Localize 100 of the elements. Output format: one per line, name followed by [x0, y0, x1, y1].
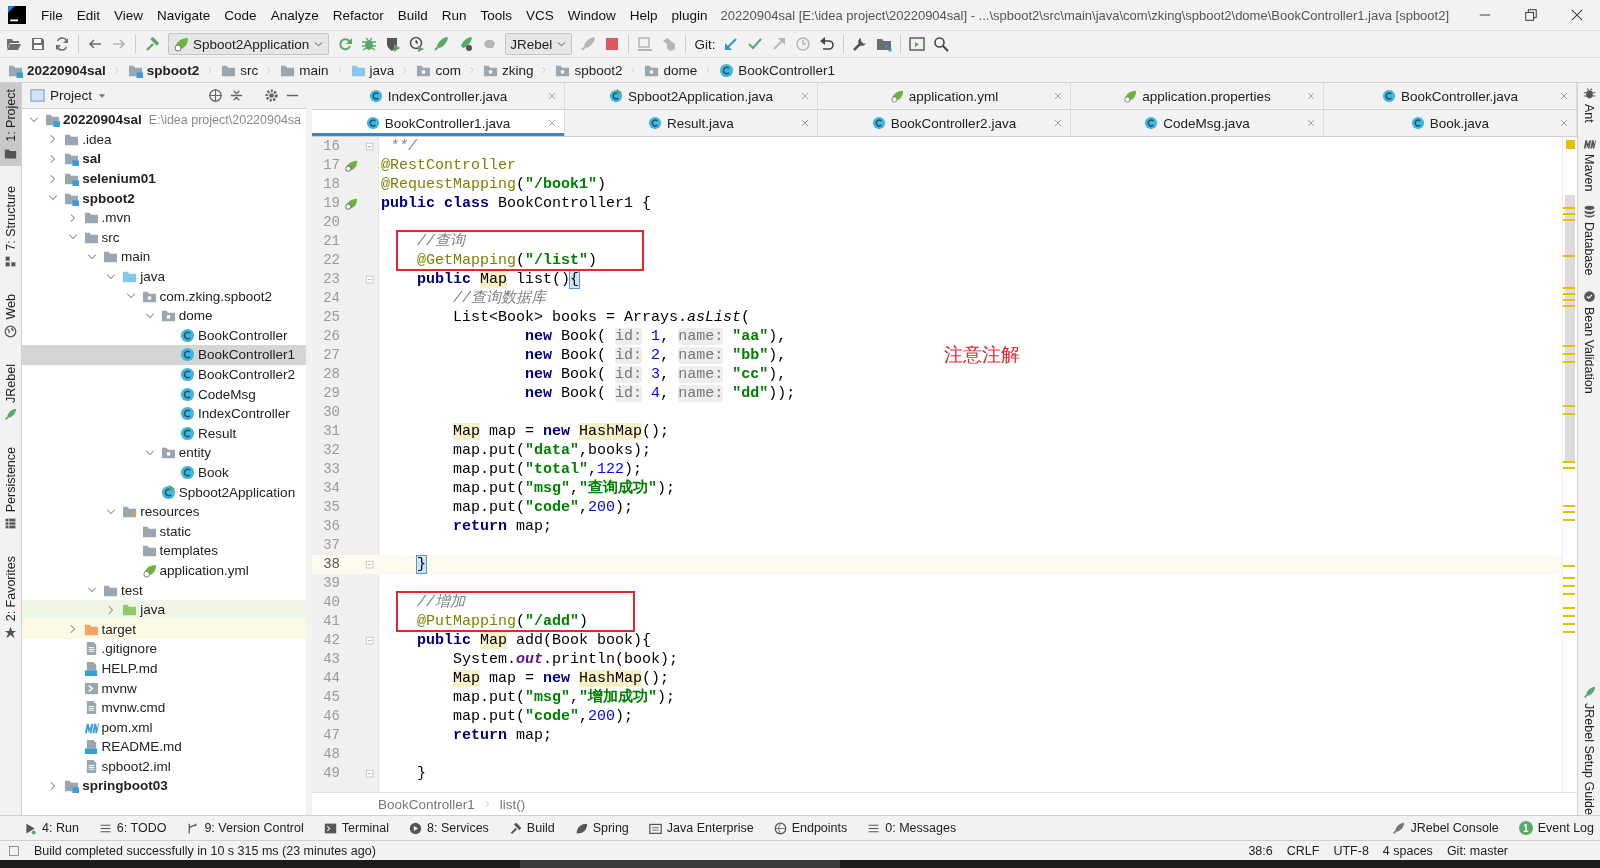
crosshair-icon[interactable] — [208, 88, 223, 103]
tool-window-tab[interactable]: JRebel Setup Guide — [1578, 686, 1600, 815]
fold-icon[interactable] — [364, 634, 376, 647]
status-item[interactable]: Git: master — [1446, 843, 1508, 858]
tree-item[interactable]: java — [22, 599, 306, 620]
tree-item[interactable]: application.yml — [22, 560, 306, 581]
save-icon[interactable] — [30, 36, 46, 52]
tool-window-button[interactable]: 0: Messages — [867, 821, 957, 835]
clock-icon[interactable] — [409, 36, 426, 52]
tree-item[interactable]: static — [22, 521, 306, 542]
stop-icon[interactable] — [604, 36, 621, 52]
breadcrumb-item[interactable]: java — [348, 62, 397, 78]
tree-item[interactable]: BookController — [22, 325, 306, 346]
open-folder-icon[interactable] — [6, 36, 22, 52]
tree-item[interactable]: entity — [22, 443, 306, 463]
tool-window-tab[interactable]: 1: Project — [0, 83, 21, 166]
square-icon[interactable] — [8, 844, 20, 857]
fold-icon[interactable] — [364, 140, 376, 153]
close-icon[interactable] — [1570, 8, 1584, 22]
menu-item[interactable]: Code — [217, 4, 264, 26]
tree-item[interactable]: target — [22, 619, 306, 640]
tool-window-button[interactable]: 1 Event Log — [1518, 821, 1594, 835]
wrench-icon[interactable] — [852, 36, 869, 52]
tool-window-button[interactable]: JRebel Console — [1392, 821, 1499, 835]
tree-item[interactable]: templates — [22, 541, 306, 561]
tree-item[interactable]: Spboot2Application — [22, 482, 306, 502]
editor-tab[interactable]: BookController2.java — [818, 110, 1071, 136]
menu-item[interactable]: Tools — [473, 4, 519, 26]
bean-icon[interactable] — [344, 158, 358, 173]
editor-tab[interactable]: CodeMsg.java — [1071, 110, 1324, 136]
editor-tab[interactable]: application.yml — [818, 83, 1071, 109]
bug-icon[interactable] — [361, 36, 378, 52]
menu-item[interactable]: Help — [622, 4, 665, 26]
tree-item[interactable]: test — [22, 580, 306, 600]
tree-item[interactable]: java — [22, 266, 306, 287]
tool-window-tab[interactable]: JRebel — [0, 357, 21, 427]
tool-window-tab[interactable]: Web — [0, 288, 21, 344]
update-arrow-icon[interactable] — [723, 36, 740, 52]
breadcrumb-item[interactable]: spboot2 — [125, 62, 202, 78]
tool-window-button[interactable]: Spring — [574, 821, 629, 835]
tree-item[interactable]: HELP.md — [22, 658, 306, 679]
tree-item[interactable]: Result — [22, 423, 306, 444]
jrebel-dropdown[interactable]: JRebel — [505, 33, 573, 55]
hammer-icon[interactable] — [144, 36, 160, 52]
search-icon[interactable] — [933, 36, 950, 52]
tree-item[interactable]: pom.xml — [22, 717, 306, 737]
menu-item[interactable]: plugin — [664, 4, 715, 26]
bean-icon[interactable] — [344, 196, 358, 211]
breadcrumb-item[interactable]: 20220904sal — [6, 62, 108, 78]
menu-item[interactable]: Window — [560, 4, 623, 26]
tool-window-button[interactable]: 8: Services — [409, 821, 489, 835]
tree-item[interactable]: springboot03 — [22, 776, 306, 796]
gear-icon[interactable] — [264, 88, 279, 103]
breadcrumb-item[interactable]: spboot2 — [553, 62, 625, 78]
breadcrumb-item[interactable]: dome — [642, 62, 700, 78]
breadcrumb-item[interactable]: list() — [499, 796, 526, 812]
tree-item[interactable]: resources — [22, 501, 306, 522]
tool-window-tab[interactable]: 2: Favorites — [0, 550, 21, 646]
push-arrow-icon[interactable] — [771, 36, 788, 52]
tree-item[interactable]: main — [22, 247, 306, 267]
fold-icon[interactable] — [364, 273, 376, 286]
tree-item[interactable]: src — [22, 227, 306, 248]
tool-window-button[interactable]: 4: Run — [24, 821, 79, 835]
breadcrumb-item[interactable]: main — [278, 62, 331, 78]
status-item[interactable]: CRLF — [1286, 843, 1320, 858]
menu-item[interactable]: Analyze — [263, 4, 326, 26]
tree-item[interactable]: README.md — [22, 737, 306, 757]
undo-icon[interactable] — [819, 36, 836, 52]
tree-item[interactable]: spboot2.iml — [22, 756, 306, 777]
sync-icon[interactable] — [54, 36, 70, 52]
tree-item[interactable]: sal — [22, 149, 306, 169]
tree-item[interactable]: mvnw.cmd — [22, 697, 306, 718]
run-configuration-dropdown[interactable]: Spboot2Application — [168, 33, 330, 55]
tool-window-button[interactable]: Terminal — [323, 821, 389, 835]
tree-item[interactable]: spboot2 — [22, 188, 306, 208]
tree-item[interactable]: com.zking.spboot2 — [22, 286, 306, 306]
menu-item[interactable]: View — [107, 4, 151, 26]
menu-item[interactable]: VCS — [519, 4, 561, 26]
tool-window-tab[interactable]: Bean Validation — [1578, 289, 1600, 394]
tool-window-button[interactable]: Build — [508, 821, 555, 835]
fold-icon[interactable] — [364, 558, 376, 571]
tree-item[interactable]: .mvn — [22, 207, 306, 228]
tree-item[interactable]: 20220904sal E:\idea project\20220904sa — [22, 110, 306, 130]
tree-item[interactable]: IndexController — [22, 403, 306, 424]
tool-window-tab[interactable]: Ant — [1578, 87, 1600, 123]
device-icon[interactable] — [637, 36, 654, 52]
checkmark-icon[interactable] — [747, 36, 764, 52]
boxes-icon[interactable] — [661, 36, 678, 52]
editor-tab[interactable]: Spboot2Application.java — [565, 83, 818, 109]
breadcrumb-item[interactable]: BookController1 — [378, 796, 475, 812]
tree-item[interactable]: selenium01 — [22, 168, 306, 189]
rerun-icon[interactable] — [337, 36, 354, 52]
tool-window-tab[interactable]: Persistence — [0, 440, 21, 537]
menu-item[interactable]: Edit — [69, 4, 108, 26]
tree-item[interactable]: dome — [22, 305, 306, 326]
collapse-all-icon[interactable] — [229, 88, 244, 103]
breadcrumb-item[interactable]: com — [414, 62, 463, 78]
menu-item[interactable]: Build — [390, 4, 435, 26]
panel-title[interactable]: Project — [30, 88, 108, 103]
editor-tab[interactable]: Result.java — [565, 110, 818, 136]
